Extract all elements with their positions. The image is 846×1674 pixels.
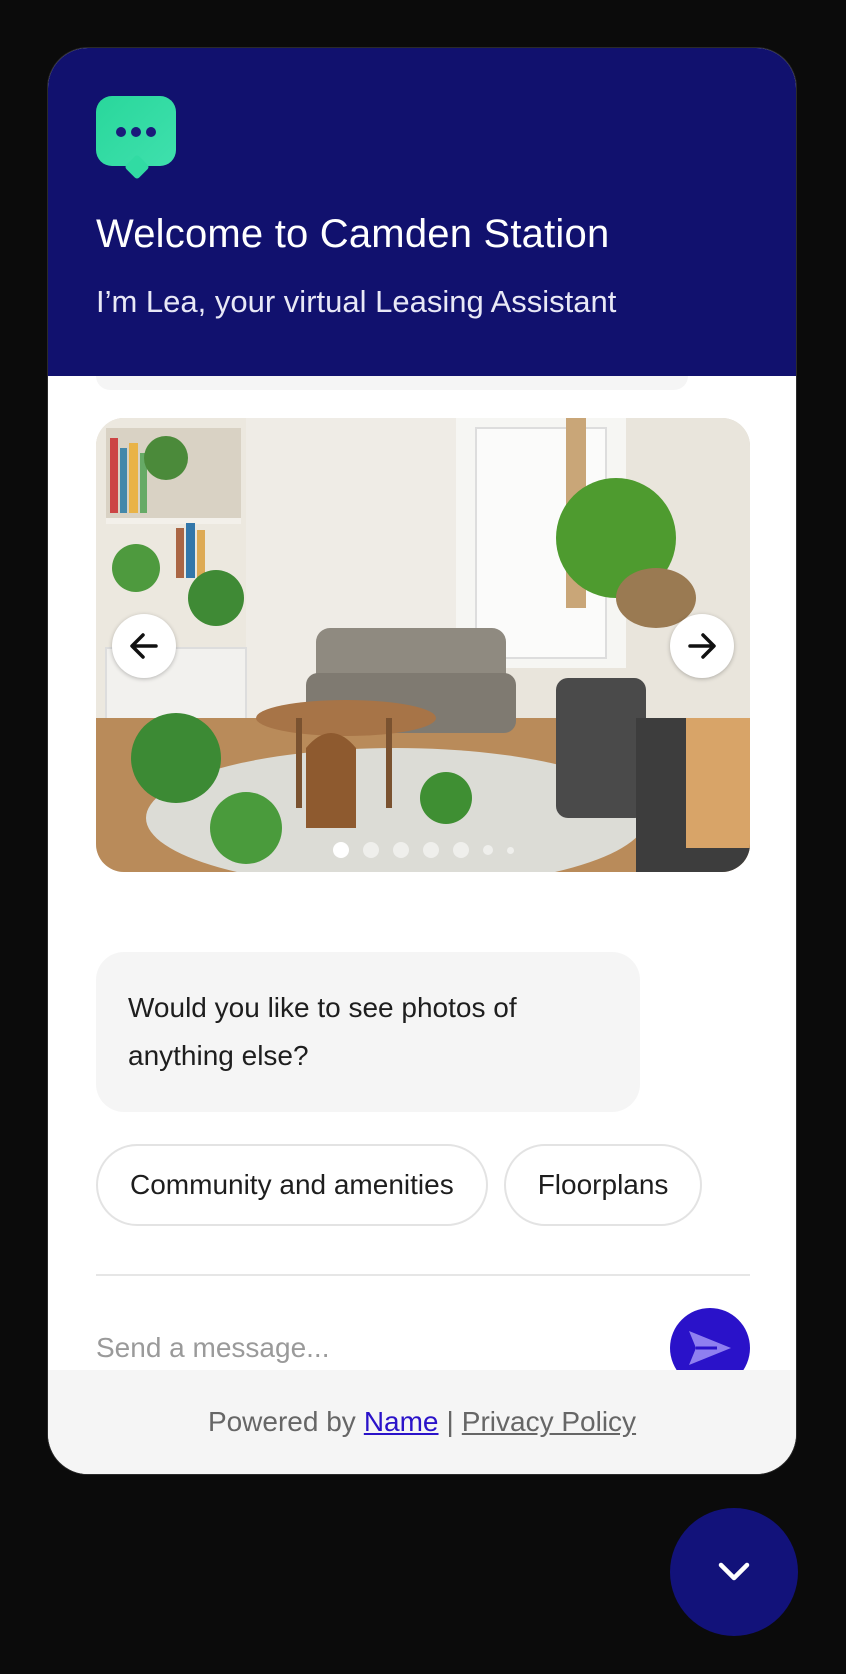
quick-replies: Community and amenities Floorplans <box>96 1144 703 1226</box>
quick-reply-floorplans[interactable]: Floorplans <box>503 1144 703 1226</box>
arrow-right-icon <box>688 633 716 659</box>
photo-carousel[interactable] <box>96 418 750 872</box>
privacy-policy-link[interactable]: Privacy Policy <box>462 1406 636 1438</box>
assistant-subtitle: I’m Lea, your virtual Leasing Assistant <box>96 284 617 319</box>
carousel-dot[interactable] <box>332 842 349 858</box>
carousel-dot[interactable] <box>482 845 493 855</box>
chat-widget: Welcome to Camden Station I’m Lea, your … <box>48 48 796 1474</box>
brand-link[interactable]: Name <box>364 1406 439 1438</box>
message-input[interactable] <box>96 1324 636 1372</box>
carousel-dot[interactable] <box>392 842 409 858</box>
widget-footer: Powered by Name | Privacy Policy <box>48 1370 796 1474</box>
chat-header: Welcome to Camden Station I’m Lea, your … <box>48 48 796 376</box>
carousel-dot[interactable] <box>362 842 379 858</box>
minimize-chat-button[interactable] <box>670 1508 798 1636</box>
composer-divider <box>96 1274 750 1276</box>
footer-separator: | <box>446 1406 454 1437</box>
quick-reply-community[interactable]: Community and amenities <box>96 1144 488 1226</box>
carousel-next-button[interactable] <box>670 614 734 678</box>
powered-by-text: Powered by <box>207 1406 356 1437</box>
arrow-left-icon <box>130 633 158 659</box>
chevron-down-icon <box>718 1562 750 1581</box>
carousel-dot[interactable] <box>506 846 514 854</box>
carousel-photo <box>96 418 750 872</box>
carousel-pagination <box>96 842 750 858</box>
send-icon <box>689 1331 731 1365</box>
bot-message-bubble: Would you like to see photos of anything… <box>96 952 640 1112</box>
previous-message-bubble <box>96 376 688 390</box>
carousel-prev-button[interactable] <box>112 614 176 678</box>
carousel-dot[interactable] <box>452 842 469 858</box>
chat-bubble-icon <box>96 96 176 166</box>
welcome-title: Welcome to Camden Station <box>96 212 610 256</box>
conversation-area[interactable]: Would you like to see photos of anything… <box>48 376 796 1419</box>
carousel-dot[interactable] <box>422 842 439 858</box>
